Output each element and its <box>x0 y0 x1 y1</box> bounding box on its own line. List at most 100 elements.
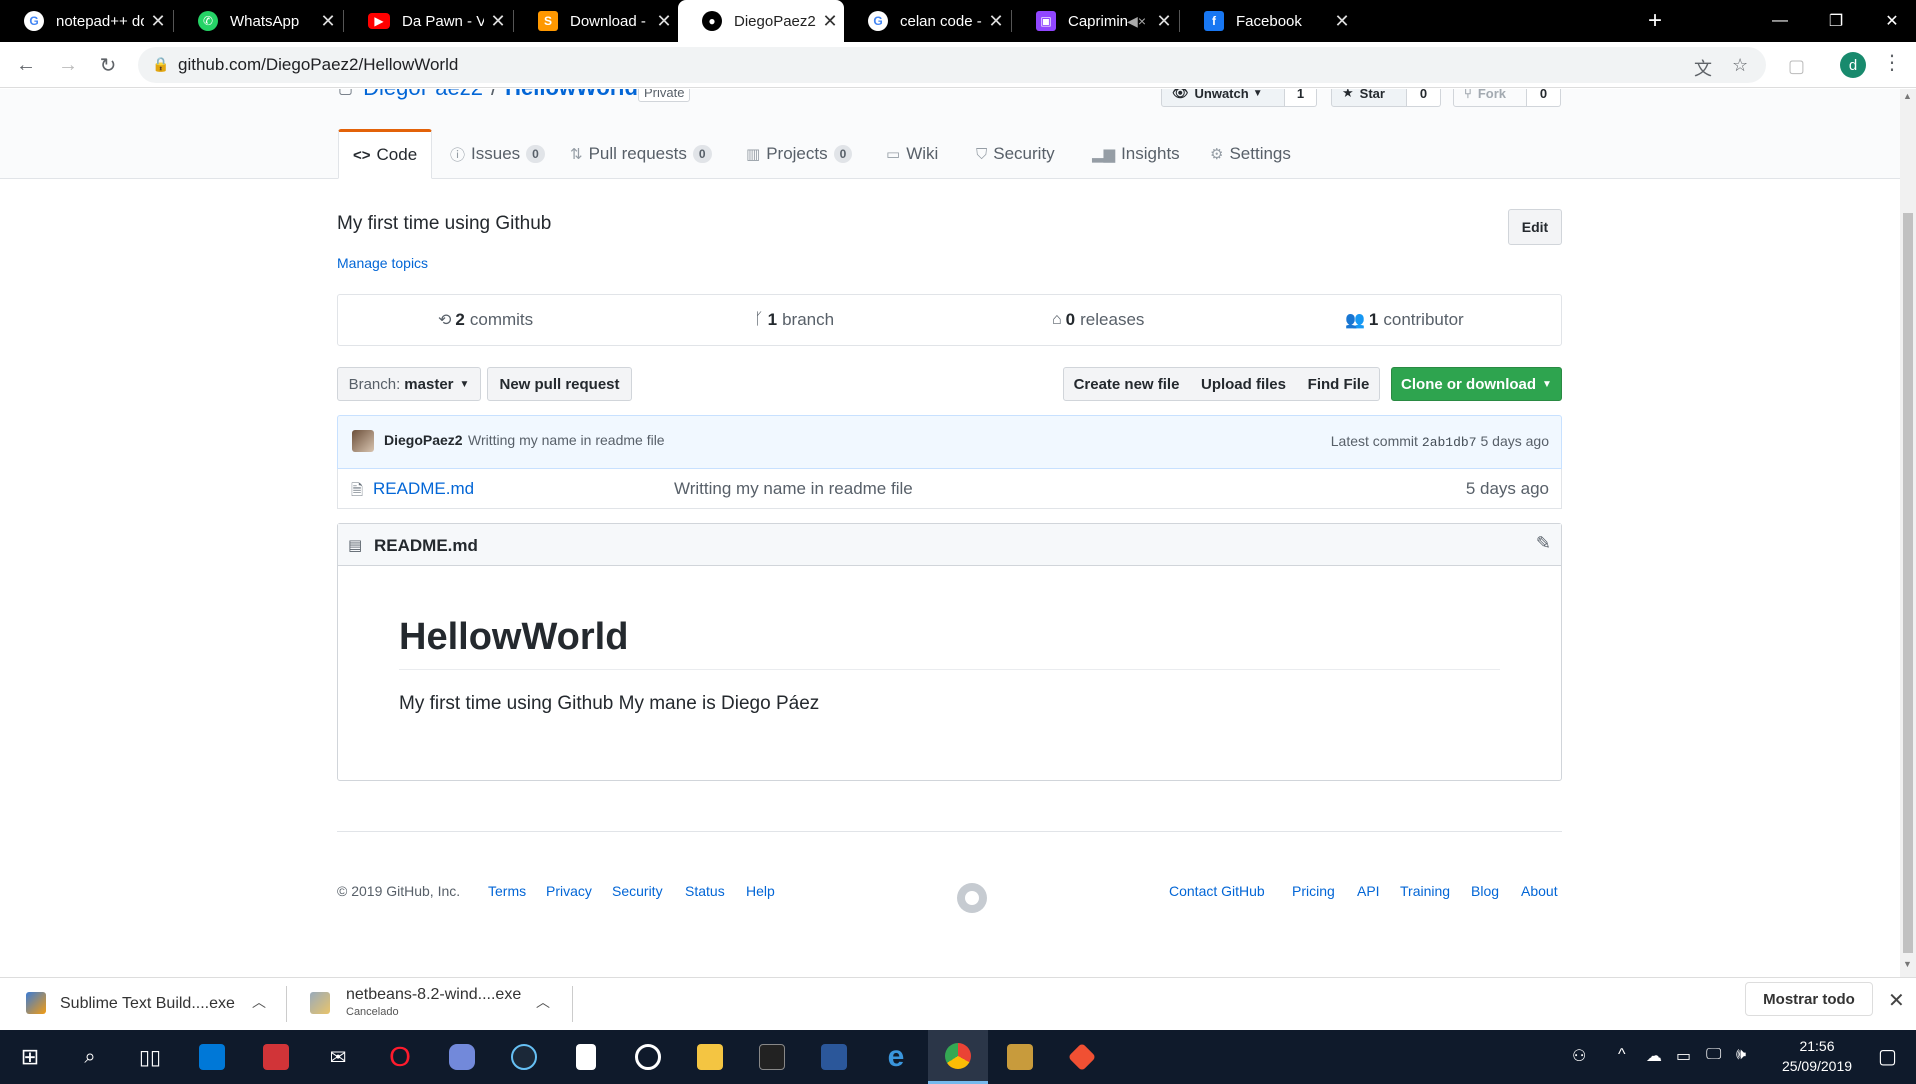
profile-avatar[interactable]: d <box>1840 52 1866 78</box>
commit-author-link[interactable]: DiegoPaez2 <box>384 432 463 448</box>
speaker-muted-icon[interactable]: ◀× <box>1127 13 1146 30</box>
close-icon[interactable]: ✕ <box>982 11 1010 32</box>
word-icon[interactable] <box>804 1030 864 1084</box>
back-button[interactable]: ← <box>12 51 40 79</box>
clock[interactable]: 21:56 25/09/2019 <box>1772 1036 1862 1076</box>
discord-icon[interactable] <box>432 1030 492 1084</box>
chevron-up-icon[interactable]: ︿ <box>252 992 266 1012</box>
close-icon[interactable]: ✕ <box>144 11 172 32</box>
tab-pull-requests[interactable]: ⇅ Pull requests 0 <box>556 129 726 179</box>
footer-terms-link[interactable]: Terms <box>488 883 526 899</box>
close-icon[interactable]: ✕ <box>650 11 678 32</box>
new-pull-request-button[interactable]: New pull request <box>487 367 632 401</box>
address-bar[interactable]: 🔒 github.com/DiegoPaez2/HellowWorld 文 ☆ <box>138 47 1766 83</box>
windows-start-icon[interactable]: ⊞ <box>0 1030 60 1084</box>
footer-security-link[interactable]: Security <box>612 883 663 899</box>
footer-blog-link[interactable]: Blog <box>1471 883 1499 899</box>
file-name-link[interactable]: README.md <box>373 479 474 499</box>
file-explorer-icon[interactable] <box>680 1030 740 1084</box>
tab-facebook[interactable]: f Facebook ✕ <box>1180 0 1356 42</box>
minimize-button[interactable]: — <box>1750 0 1810 42</box>
scrollbar-thumb[interactable] <box>1903 213 1913 953</box>
unwatch-button[interactable]: 👁 Unwatch ▼ <box>1161 89 1285 107</box>
tab-sublime[interactable]: S Download - Sublim ✕ <box>514 0 678 42</box>
footer-training-link[interactable]: Training <box>1400 883 1450 899</box>
star-count[interactable]: 0 <box>1407 89 1441 107</box>
tab-code[interactable]: <> Code <box>338 129 432 179</box>
footer-contact-link[interactable]: Contact GitHub <box>1169 883 1265 899</box>
close-icon[interactable]: ✕ <box>816 11 844 32</box>
file-icon[interactable] <box>556 1030 616 1084</box>
scroll-up-icon[interactable]: ▲ <box>1903 91 1912 101</box>
tab-twitch[interactable]: ▣ Caprimint - Tw ◀× ✕ <box>1012 0 1178 42</box>
task-view-icon[interactable]: ▯▯ <box>120 1030 180 1084</box>
star-button[interactable]: ★ Star <box>1331 89 1407 107</box>
tab-security[interactable]: ⛉ Security <box>962 129 1069 179</box>
extension-icon[interactable]: ▢ <box>1788 56 1805 77</box>
close-icon[interactable]: ✕ <box>1888 988 1905 1013</box>
contributors-link[interactable]: 👥 1 contributor <box>1345 295 1464 345</box>
tab-whatsapp[interactable]: ✆ WhatsApp ✕ <box>174 0 342 42</box>
repo-owner-link[interactable]: DiegoPaez2 <box>363 89 483 101</box>
footer-about-link[interactable]: About <box>1521 883 1558 899</box>
show-all-button[interactable]: Mostrar todo <box>1745 982 1873 1016</box>
tab-notepad[interactable]: G notepad++ downl ✕ <box>0 0 172 42</box>
epic-games-icon[interactable] <box>742 1030 802 1084</box>
file-commit-message-link[interactable]: Writting my name in readme file <box>674 479 913 499</box>
opera-icon[interactable]: O <box>370 1030 430 1084</box>
fork-button[interactable]: ⑂ Fork <box>1453 89 1527 107</box>
close-icon[interactable]: ✕ <box>1150 11 1178 32</box>
edit-description-button[interactable]: Edit <box>1508 209 1562 245</box>
page-scrollbar[interactable]: ▲ ▼ <box>1900 89 1916 977</box>
footer-api-link[interactable]: API <box>1357 883 1380 899</box>
close-window-button[interactable]: ✕ <box>1862 0 1916 42</box>
store-icon[interactable] <box>182 1030 242 1084</box>
tab-github[interactable]: ● DiegoPaez2/Hellow ✕ <box>678 0 844 42</box>
edge-icon[interactable]: e <box>866 1030 926 1084</box>
pencil-edit-icon[interactable]: ✎ <box>1536 533 1551 554</box>
star-bookmark-icon[interactable]: ☆ <box>1732 55 1748 76</box>
commit-sha-link[interactable]: 2ab1db7 <box>1422 435 1477 450</box>
search-icon[interactable]: ⌕ <box>60 1030 120 1084</box>
download-item[interactable]: netbeans-8.2-wind....exe Cancelado ︿ <box>290 978 570 1030</box>
branch-select-button[interactable]: Branch: master ▼ <box>337 367 481 401</box>
tab-insights[interactable]: ▂▆ Insights <box>1078 129 1194 179</box>
steam-icon[interactable] <box>494 1030 554 1084</box>
footer-privacy-link[interactable]: Privacy <box>546 883 592 899</box>
tab-wiki[interactable]: ▭ Wiki <box>872 129 952 179</box>
restore-button[interactable]: ❐ <box>1806 0 1866 42</box>
gift-icon[interactable] <box>246 1030 306 1084</box>
url-text[interactable]: github.com/DiegoPaez2/HellowWorld <box>178 55 458 75</box>
create-new-file-button[interactable]: Create new file <box>1063 367 1190 401</box>
close-icon[interactable]: ✕ <box>484 11 512 32</box>
new-tab-button[interactable]: + <box>1640 0 1670 42</box>
chrome-icon[interactable] <box>928 1030 988 1084</box>
upload-files-button[interactable]: Upload files <box>1189 367 1299 401</box>
fork-count[interactable]: 0 <box>1527 89 1561 107</box>
avatar[interactable] <box>352 430 374 452</box>
onedrive-icon[interactable]: ☁ <box>1646 1046 1662 1066</box>
github-logo-icon[interactable] <box>957 883 987 913</box>
tab-settings[interactable]: ⚙ Settings <box>1196 129 1305 179</box>
people-icon[interactable]: ⚇ <box>1572 1046 1586 1066</box>
translate-icon[interactable]: 文 <box>1694 55 1712 81</box>
mail-icon[interactable]: ✉ <box>308 1030 368 1084</box>
forward-button[interactable]: → <box>54 51 82 79</box>
tab-issues[interactable]: ⓘ Issues 0 <box>436 129 559 179</box>
branches-link[interactable]: ᚴ 1 branch <box>754 295 834 345</box>
find-file-button[interactable]: Find File <box>1298 367 1380 401</box>
chevron-up-icon[interactable]: ^ <box>1618 1046 1626 1064</box>
commit-message-link[interactable]: Writting my name in readme file <box>468 432 665 448</box>
commits-link[interactable]: ⟲ 2 commits <box>438 295 533 345</box>
scroll-down-icon[interactable]: ▼ <box>1903 959 1912 969</box>
reload-button[interactable]: ↻ <box>94 51 122 79</box>
volume-icon[interactable]: 🕪 <box>1736 1046 1746 1064</box>
notifications-icon[interactable]: ▢ <box>1878 1044 1897 1069</box>
chevron-up-icon[interactable]: ︿ <box>536 992 550 1012</box>
browser-menu-icon[interactable]: ⋮ <box>1882 50 1902 75</box>
battery-icon[interactable]: ▭ <box>1676 1046 1691 1066</box>
tab-google-search[interactable]: G celan code - Busca ✕ <box>844 0 1010 42</box>
close-icon[interactable]: ✕ <box>314 11 342 32</box>
repo-name-link[interactable]: HellowWorld <box>505 89 638 101</box>
league-icon[interactable] <box>990 1030 1050 1084</box>
